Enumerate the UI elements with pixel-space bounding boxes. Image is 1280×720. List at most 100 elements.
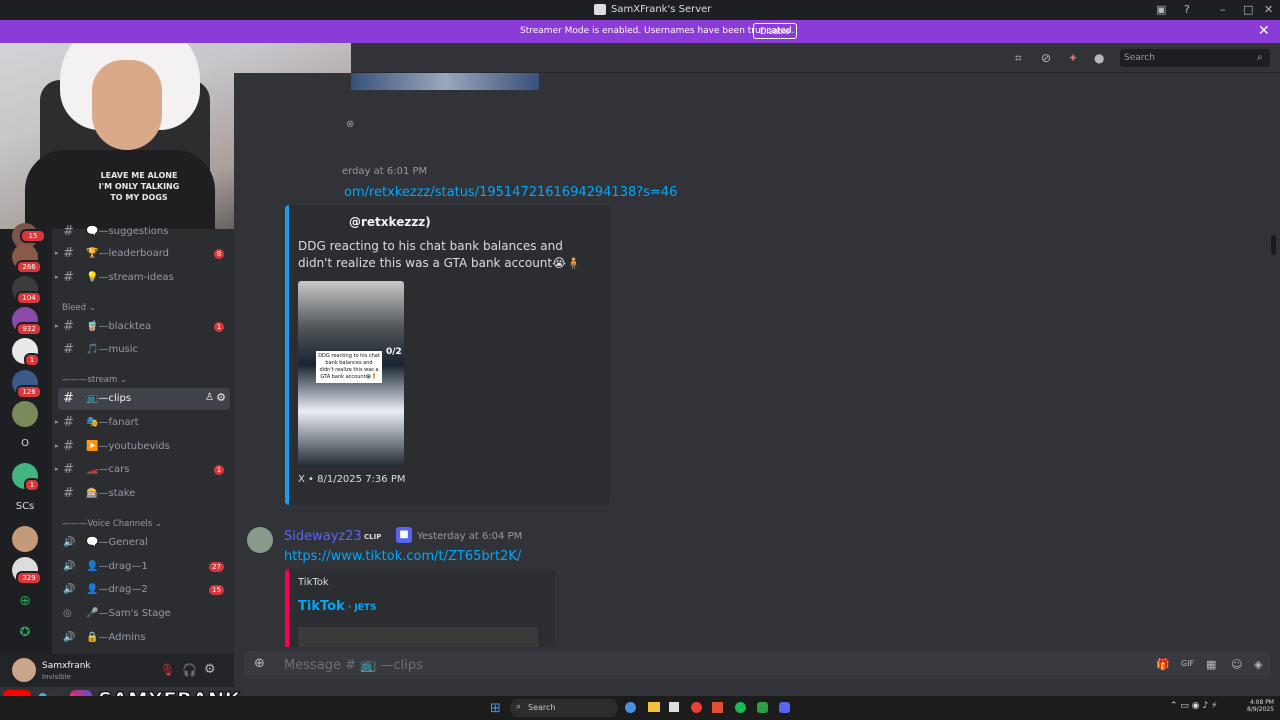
shirt-text: LEAVE ME ALONE I'M ONLY TALKING TO MY DO… xyxy=(98,171,180,202)
server-rail: 15 266 104 932 1 126 O 1 SCs 329 ⊕ ✪ xyxy=(0,223,52,654)
channel-item-selected[interactable]: # 📺—clips ♙ ⚙ xyxy=(58,388,230,410)
user-status: Invisible xyxy=(42,673,71,681)
mic-muted-icon[interactable]: 🎙 xyxy=(160,663,175,677)
search-input[interactable]: Search xyxy=(1120,49,1270,67)
message-area: ⊗ erday at 6:01 PM om/retxkezzz/status/1… xyxy=(234,73,1280,653)
channel-item[interactable]: ▸ # 🎭—fanart xyxy=(55,412,230,434)
message-author[interactable]: Sidewayz23 xyxy=(284,529,362,544)
channel-item[interactable]: ▸ # ▶️—youtubevids xyxy=(55,436,230,458)
add-attachment-icon[interactable]: ⊕ xyxy=(254,656,265,671)
spotify-icon[interactable] xyxy=(735,702,746,713)
hash-icon: # xyxy=(63,246,74,261)
channel-item[interactable]: # 🗨️—suggestions xyxy=(58,221,230,243)
add-server-icon[interactable]: ⊕ xyxy=(12,593,38,609)
channel-item[interactable]: # 🎰—stake xyxy=(58,483,230,505)
hash-icon: # xyxy=(63,342,74,357)
message-link[interactable]: https://www.tiktok.com/t/ZT65brt2K/ xyxy=(284,549,521,564)
channel-name: 🗨️—General xyxy=(86,537,148,548)
server-avatar[interactable] xyxy=(12,401,38,427)
channel-badge: 15 xyxy=(209,585,224,595)
app-icon[interactable] xyxy=(712,702,723,713)
disable-button[interactable]: Disable xyxy=(753,23,798,39)
maximize-button[interactable]: □ xyxy=(1243,3,1253,16)
category-label: ———Voice Channels xyxy=(62,519,153,529)
video-thumbnail[interactable]: DDG reacting to his chat bank balances a… xyxy=(298,281,404,467)
close-banner-icon[interactable]: ✕ xyxy=(1258,23,1270,39)
category-bleed[interactable]: Bleed ⌄ xyxy=(62,303,96,313)
server-label[interactable]: O xyxy=(12,438,38,449)
avatar[interactable] xyxy=(247,527,273,553)
embed-subtitle: · JETS xyxy=(344,603,377,613)
channel-name: 🔒—Admins xyxy=(86,632,146,643)
camera-icon: ■ xyxy=(396,527,412,543)
hash-icon: # xyxy=(63,415,74,430)
channel-item[interactable]: ▸ # 💡—stream-ideas xyxy=(55,267,230,289)
voice-channel[interactable]: 🔊 🔒—Admins xyxy=(58,627,230,649)
clock[interactable]: 4:08 PM 8/9/2025 xyxy=(1246,699,1274,713)
taskbar-search[interactable]: ⌕ Search xyxy=(510,699,618,717)
browser-icon[interactable] xyxy=(625,702,636,713)
close-window-button[interactable]: ✕ xyxy=(1264,3,1273,16)
gear-icon[interactable]: ⚙ xyxy=(204,662,216,677)
server-badge: 266 xyxy=(16,260,42,274)
app-icon[interactable] xyxy=(757,702,768,713)
channel-item[interactable]: ▸ # 🏆—leaderboard 8 xyxy=(55,243,230,265)
hash-icon: # xyxy=(63,462,74,477)
emoji-icon[interactable]: ☺ xyxy=(1231,658,1242,671)
hash-icon: # xyxy=(63,319,74,334)
gif-icon[interactable]: GIF xyxy=(1181,659,1194,668)
voice-channel[interactable]: 🔊 👤—drag—2 15 xyxy=(58,579,230,601)
embed-title[interactable]: TikTok · JETS xyxy=(298,599,377,614)
sticker-icon[interactable]: ▦ xyxy=(1206,658,1216,671)
chrome-icon[interactable] xyxy=(691,702,702,713)
image-attachment[interactable] xyxy=(351,73,539,90)
discover-icon[interactable]: ✪ xyxy=(12,625,38,640)
members-icon[interactable]: ● xyxy=(1094,51,1108,65)
twitter-embed: @retxkezzz) DDG reacting to his chat ban… xyxy=(285,205,610,505)
channel-item[interactable]: ▸ # 🏎️—cars 1 xyxy=(55,459,230,481)
help-icon[interactable]: ? xyxy=(1184,3,1190,16)
server-avatar[interactable] xyxy=(12,526,38,552)
avatar[interactable] xyxy=(12,658,36,682)
folder-icon[interactable] xyxy=(648,702,660,712)
server-badge: 1 xyxy=(24,478,40,492)
embed-author[interactable]: @retxkezzz) xyxy=(349,215,431,229)
tray-icons[interactable]: ⌃ ▭ ◉ ♪ ⚡ xyxy=(1170,701,1217,711)
voice-channel[interactable]: 🔊 🗨️—General xyxy=(58,532,230,554)
voice-channel[interactable]: 🔊 👤—drag—1 27 xyxy=(58,556,230,578)
channel-name: 🗨️—suggestions xyxy=(86,226,169,237)
channel-item[interactable]: ▸ # 🧋—blacktea 1 xyxy=(55,316,230,338)
discord-icon[interactable] xyxy=(779,702,790,713)
windows-start-icon[interactable]: ⊞ xyxy=(490,701,501,716)
speaker-icon: 🔊 xyxy=(63,537,76,548)
minimize-button[interactable]: – xyxy=(1220,3,1226,16)
category-label: ———stream xyxy=(62,375,118,385)
server-label[interactable]: SCs xyxy=(12,501,38,512)
scrollbar-thumb[interactable] xyxy=(1271,235,1276,255)
gift-icon[interactable]: 🎁 xyxy=(1156,658,1170,671)
screen-share-icon[interactable]: ▣ xyxy=(1156,3,1166,16)
message-input[interactable]: Message # 📺 —clips xyxy=(284,658,423,673)
channel-name: 🎰—stake xyxy=(86,488,136,499)
app-icon[interactable] xyxy=(669,702,679,712)
headphones-icon[interactable]: 🎧 xyxy=(182,663,197,677)
stage-channel[interactable]: ◎ 🎤—Sam's Stage xyxy=(58,603,230,625)
channel-badge: 1 xyxy=(214,465,224,475)
hash-icon: # xyxy=(63,391,74,406)
channel-badge: 8 xyxy=(214,249,224,259)
reaction-icon[interactable]: ⊗ xyxy=(346,119,354,130)
threads-icon[interactable]: ⌗ xyxy=(1015,51,1029,65)
message-link[interactable]: om/retxkezzz/status/1951472161694294138?… xyxy=(344,185,677,200)
composer-field[interactable]: ⊕ Message # 📺 —clips 🎁 GIF ▦ ☺ ◈ xyxy=(244,651,1270,679)
video-thumbnail[interactable] xyxy=(298,627,538,649)
apps-icon[interactable]: ◈ xyxy=(1254,658,1262,671)
user-panel: Samxfrank Invisible 🎙 🎧 ⚙ xyxy=(0,654,234,687)
pin-icon[interactable]: ✦ xyxy=(1068,51,1082,65)
mute-icon[interactable]: ⊘ xyxy=(1041,51,1055,65)
category-stream[interactable]: ———stream ⌄ xyxy=(62,375,127,385)
channel-item[interactable]: # 🎵—music xyxy=(58,339,230,361)
category-voice[interactable]: ———Voice Channels ⌄ xyxy=(62,519,162,529)
gear-icon[interactable]: ⚙ xyxy=(216,391,226,404)
invite-icon[interactable]: ♙ xyxy=(205,392,214,403)
channel-name: 📺—clips xyxy=(86,393,132,404)
